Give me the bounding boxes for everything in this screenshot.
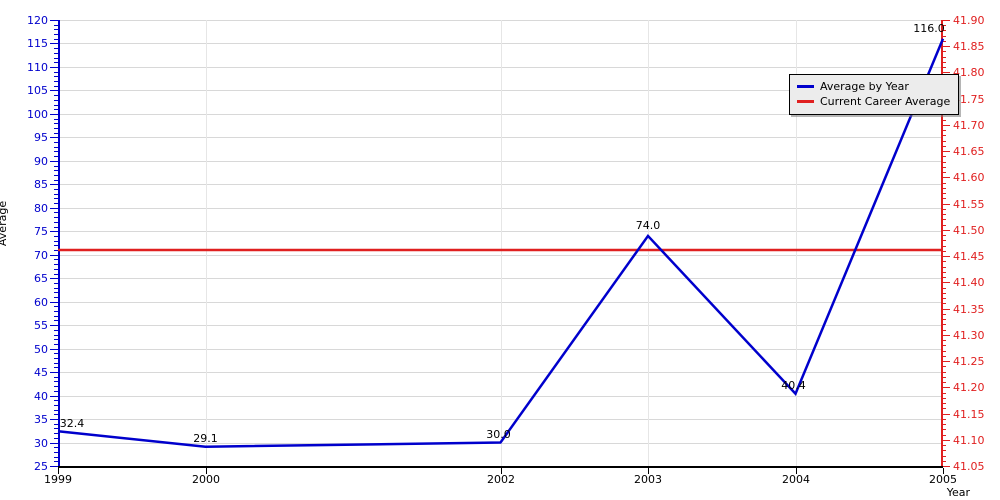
- left-axis-tick-label: 70: [34, 249, 48, 262]
- line-chart: 25 30 35 40 45 50 55 60 65 70 75 80 85 90 95 100 105 110 1…: [0, 0, 1000, 500]
- left-axis-tick-label: 105: [27, 84, 48, 97]
- left-axis-tick-label: 75: [34, 225, 48, 238]
- left-axis-tick-label: 95: [34, 131, 48, 144]
- left-axis-line: [58, 20, 60, 467]
- data-point-label: 29.1: [193, 431, 218, 445]
- right-axis-tick-label: 41.90: [953, 14, 985, 27]
- gridline-vertical: [648, 20, 649, 466]
- right-axis-tick-label: 41.35: [953, 303, 985, 316]
- left-axis-tick-label: 80: [34, 202, 48, 215]
- data-point-label: 116.0: [913, 21, 945, 35]
- x-axis-tick-label: 1999: [44, 473, 72, 486]
- left-axis-tick-label: 35: [34, 413, 48, 426]
- legend-item-label: Current Career Average: [820, 95, 951, 108]
- left-axis-tick-label: 30: [34, 437, 48, 450]
- y-axis-title: Average: [0, 200, 10, 247]
- data-point-label: 74.0: [635, 218, 661, 232]
- left-axis-tick-label: 60: [34, 296, 48, 309]
- left-axis-tick-label: 100: [27, 108, 48, 121]
- left-axis-tick-label: 45: [34, 366, 48, 379]
- x-axis-line: [58, 466, 943, 468]
- left-axis-tick-label: 50: [34, 343, 48, 356]
- right-axis-tick-label: 41.55: [953, 198, 985, 211]
- right-axis-tick-label: 41.05: [953, 460, 985, 473]
- x-axis-tick-label: 2000: [192, 473, 220, 486]
- x-axis-title: Year: [0, 487, 1000, 498]
- right-axis-tick-label: 41.10: [953, 434, 985, 447]
- legend-item[interactable]: Current Career Average: [797, 94, 950, 109]
- right-axis-tick-label: 41.85: [953, 40, 985, 53]
- left-axis-tick-label: 115: [27, 37, 48, 50]
- right-axis-tick-label: 41.25: [953, 355, 985, 368]
- right-axis-tick-label: 41.45: [953, 250, 985, 263]
- left-axis-tick-label: 120: [27, 14, 48, 27]
- x-axis-tick-label: 2003: [634, 473, 662, 486]
- gridline-vertical: [206, 20, 207, 466]
- legend-item[interactable]: Average by Year: [797, 79, 950, 94]
- data-point-label: 30.0: [486, 427, 511, 441]
- right-axis-tick-label: 41.70: [953, 119, 985, 132]
- right-axis-tick-label: 41.60: [953, 171, 985, 184]
- right-axis-tick-label: 41.40: [953, 276, 985, 289]
- legend-swatch-icon: [797, 100, 814, 103]
- gridline-vertical: [501, 20, 502, 466]
- x-axis-tick-label: 2005: [929, 473, 957, 486]
- right-axis-tick-label: 41.50: [953, 224, 985, 237]
- left-axis-tick-label: 65: [34, 272, 48, 285]
- chart-legend[interactable]: Average by Year Current Career Average: [789, 74, 960, 115]
- x-axis-title-text: Year: [946, 486, 970, 499]
- left-axis-tick-label: 25: [34, 460, 48, 473]
- right-axis-tick-label: 41.20: [953, 381, 985, 394]
- x-axis-tick-label: 2002: [487, 473, 515, 486]
- data-point-label: 40.4: [781, 378, 806, 392]
- right-axis-tick-label: 41.65: [953, 145, 985, 158]
- right-axis-tick-label: 41.15: [953, 408, 985, 421]
- left-axis-tick-label: 40: [34, 390, 48, 403]
- left-axis-tick-label: 55: [34, 319, 48, 332]
- left-axis-tick-label: 85: [34, 178, 48, 191]
- left-axis-tick-label: 110: [27, 61, 48, 74]
- data-point-label: 32.4: [59, 417, 85, 431]
- legend-swatch-icon: [797, 85, 814, 88]
- left-axis-tick-label: 90: [34, 155, 48, 168]
- right-axis-tick-label: 41.30: [953, 329, 985, 342]
- x-axis-tick-label: 2004: [782, 473, 810, 486]
- legend-item-label: Average by Year: [820, 80, 909, 93]
